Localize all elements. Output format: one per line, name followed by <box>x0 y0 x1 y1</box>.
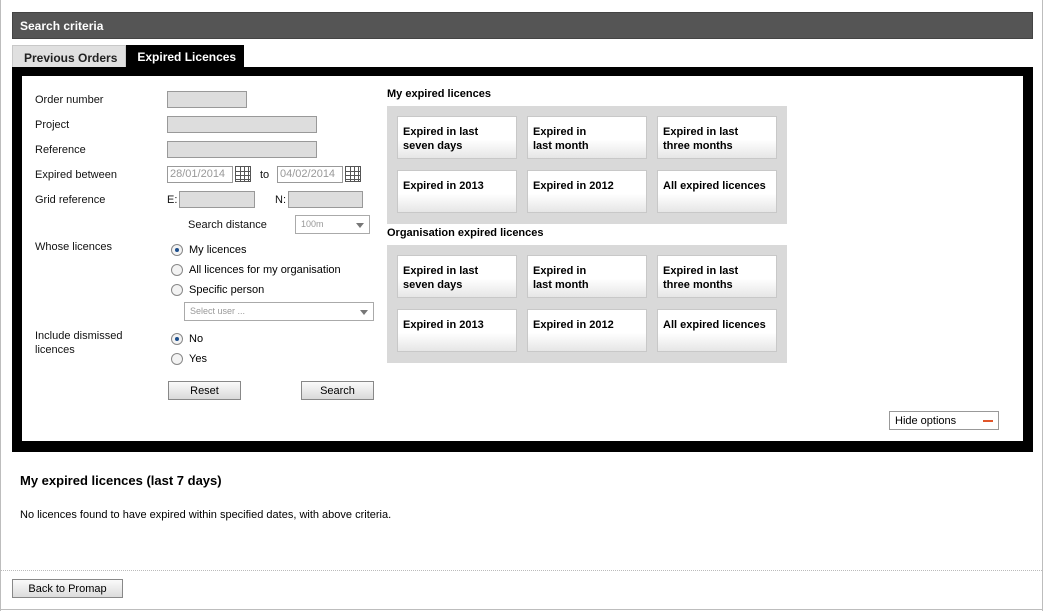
reset-button[interactable]: Reset <box>168 381 241 400</box>
my-expired-2013-button[interactable]: Expired in 2013 <box>397 170 517 213</box>
radio-dismissed-yes[interactable]: Yes <box>171 353 207 365</box>
tab-bar: Previous Orders Expired Licences <box>12 45 245 67</box>
reference-input[interactable] <box>167 141 317 158</box>
radio-label: No <box>189 333 204 345</box>
chevron-down-icon <box>360 310 368 315</box>
hide-options-label: Hide options <box>895 415 957 427</box>
reference-label: Reference <box>35 144 86 156</box>
radio-label: My licences <box>189 244 247 256</box>
radio-label: Yes <box>189 353 207 365</box>
my-expired-grid: Expired in last seven days Expired in last… <box>387 106 787 224</box>
button-line1: All expired licences <box>663 180 766 192</box>
button-line2: seven days <box>403 279 463 291</box>
easting-label: E: <box>167 194 178 206</box>
minus-icon <box>983 420 993 422</box>
my-expired-last-month-button[interactable]: Expired in last month <box>527 116 647 159</box>
radio-unselected-icon[interactable] <box>171 353 183 365</box>
search-panel: Order number Project Reference Expired b… <box>12 67 1033 452</box>
date-from-input[interactable]: 28/01/2014 <box>167 166 233 183</box>
org-expired-last-three-months-button[interactable]: Expired in last three months <box>657 255 777 298</box>
radio-selected-icon[interactable] <box>171 244 183 256</box>
radio-label: All licences for my organisation <box>189 264 341 276</box>
my-expired-title: My expired licences <box>387 88 491 100</box>
radio-unselected-icon[interactable] <box>171 284 183 296</box>
button-line2: three months <box>663 279 733 291</box>
my-expired-last-seven-days-button[interactable]: Expired in last seven days <box>397 116 517 159</box>
org-expired-title: Organisation expired licences <box>387 227 544 239</box>
org-all-expired-button[interactable]: All expired licences <box>657 309 777 352</box>
button-line1: Expired in <box>533 265 587 277</box>
calendar-from-icon[interactable] <box>235 166 251 182</box>
button-line1: Expired in last <box>663 126 739 138</box>
org-expired-last-seven-days-button[interactable]: Expired in last seven days <box>397 255 517 298</box>
bottom-border <box>1 609 1043 610</box>
northing-input[interactable] <box>288 191 363 208</box>
footer-divider <box>1 570 1043 571</box>
northing-label: N: <box>275 194 286 206</box>
results-title: My expired licences (last 7 days) <box>20 473 222 488</box>
button-line1: Expired in 2013 <box>403 180 484 192</box>
expired-between-label: Expired between <box>35 169 117 181</box>
org-expired-2013-button[interactable]: Expired in 2013 <box>397 309 517 352</box>
my-all-expired-button[interactable]: All expired licences <box>657 170 777 213</box>
include-dismissed-label: Include dismissed <box>35 330 123 342</box>
button-line2: three months <box>663 140 733 152</box>
select-user-placeholder: Select user ... <box>190 306 246 316</box>
project-input[interactable] <box>167 116 317 133</box>
button-line2: last month <box>533 279 589 291</box>
radio-my-licences[interactable]: My licences <box>171 244 246 256</box>
button-line1: Expired in last <box>403 126 479 138</box>
back-to-promap-button[interactable]: Back to Promap <box>12 579 123 598</box>
button-line1: All expired licences <box>663 319 766 331</box>
search-panel-content: Order number Project Reference Expired b… <box>22 76 1023 441</box>
easting-input[interactable] <box>179 191 255 208</box>
date-to-input[interactable]: 04/02/2014 <box>277 166 343 183</box>
radio-dismissed-no[interactable]: No <box>171 333 203 345</box>
search-distance-select[interactable]: 100m <box>295 215 370 234</box>
select-user-dropdown[interactable]: Select user ... <box>184 302 374 321</box>
search-distance-value: 100m <box>301 219 324 229</box>
order-number-label: Order number <box>35 94 104 106</box>
button-line1: Expired in <box>533 126 587 138</box>
button-line1: Expired in 2012 <box>533 180 614 192</box>
search-button[interactable]: Search <box>301 381 374 400</box>
search-criteria-header: Search criteria <box>12 12 1033 39</box>
search-distance-label: Search distance <box>188 219 267 231</box>
button-line1: Expired in last <box>663 265 739 277</box>
radio-label: Specific person <box>189 284 265 296</box>
my-expired-2012-button[interactable]: Expired in 2012 <box>527 170 647 213</box>
order-number-input[interactable] <box>167 91 247 108</box>
hide-options-button[interactable]: Hide options <box>889 411 999 430</box>
org-expired-grid: Expired in last seven days Expired in last… <box>387 245 787 363</box>
grid-reference-label: Grid reference <box>35 194 106 206</box>
project-label: Project <box>35 119 70 131</box>
button-line1: Expired in 2013 <box>403 319 484 331</box>
radio-specific-person[interactable]: Specific person <box>171 284 264 296</box>
radio-unselected-icon[interactable] <box>171 264 183 276</box>
button-line2: last month <box>533 140 589 152</box>
results-message: No licences found to have expired within… <box>20 509 392 521</box>
include-dismissed-label-line2: licences <box>35 344 75 356</box>
calendar-to-icon[interactable] <box>345 166 361 182</box>
button-line1: Expired in last <box>403 265 479 277</box>
radio-selected-icon[interactable] <box>171 333 183 345</box>
button-line2: seven days <box>403 140 463 152</box>
org-expired-2012-button[interactable]: Expired in 2012 <box>527 309 647 352</box>
org-expired-last-month-button[interactable]: Expired in last month <box>527 255 647 298</box>
to-label: to <box>260 169 270 181</box>
my-expired-last-three-months-button[interactable]: Expired in last three months <box>657 116 777 159</box>
tab-expired-licences[interactable]: Expired Licences <box>126 45 245 67</box>
radio-all-licences-organisation[interactable]: All licences for my organisation <box>171 264 341 276</box>
chevron-down-icon <box>356 223 364 228</box>
whose-licences-label: Whose licences <box>35 241 113 253</box>
page-frame: Search criteria Previous Orders Expired … <box>0 0 1043 611</box>
tab-previous-orders[interactable]: Previous Orders <box>12 45 127 67</box>
button-line1: Expired in 2012 <box>533 319 614 331</box>
